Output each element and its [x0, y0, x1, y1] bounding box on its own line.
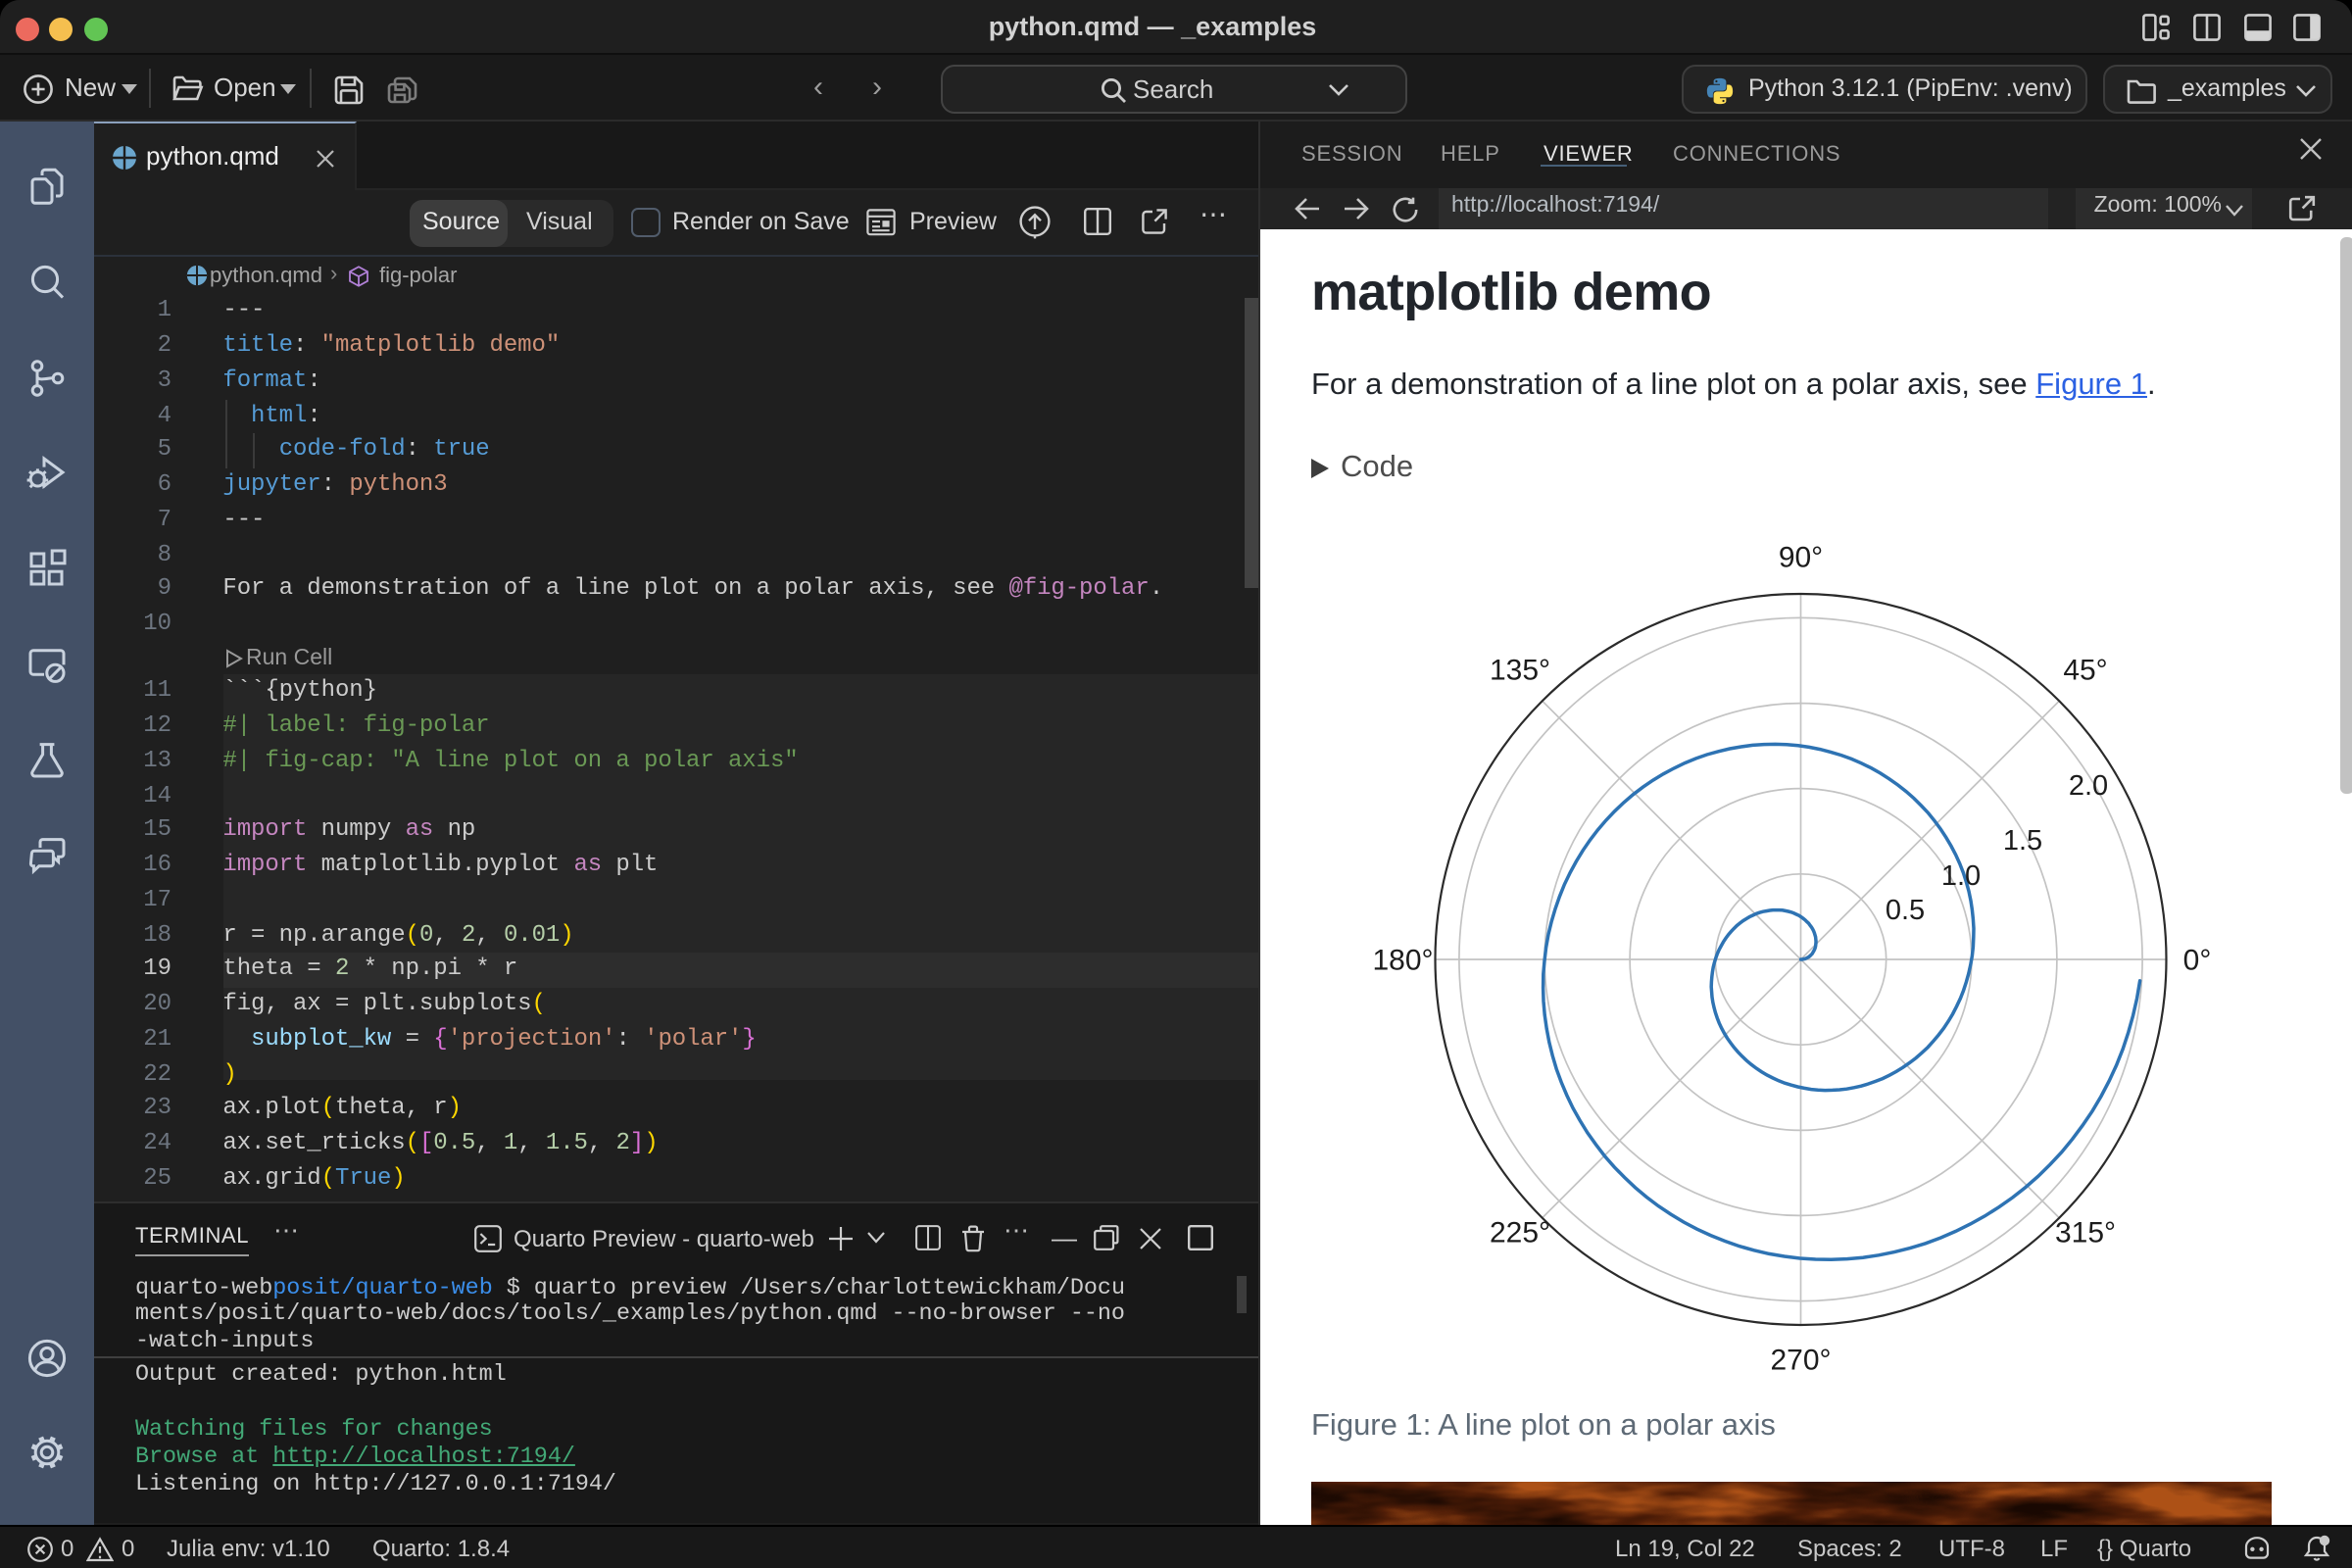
- svg-text:0°: 0°: [2183, 944, 2212, 976]
- svg-text:2.0: 2.0: [2069, 770, 2108, 802]
- svg-text:45°: 45°: [2063, 654, 2107, 686]
- svg-text:135°: 135°: [1490, 654, 1550, 686]
- svg-text:0.5: 0.5: [1886, 895, 1925, 926]
- svg-text:270°: 270°: [1770, 1344, 1831, 1376]
- svg-text:180°: 180°: [1372, 944, 1433, 976]
- svg-text:1.0: 1.0: [1941, 860, 1981, 892]
- svg-text:1.5: 1.5: [2003, 825, 2042, 857]
- svg-text:225°: 225°: [1490, 1216, 1550, 1249]
- svg-text:315°: 315°: [2055, 1216, 2116, 1249]
- svg-text:90°: 90°: [1779, 541, 1823, 573]
